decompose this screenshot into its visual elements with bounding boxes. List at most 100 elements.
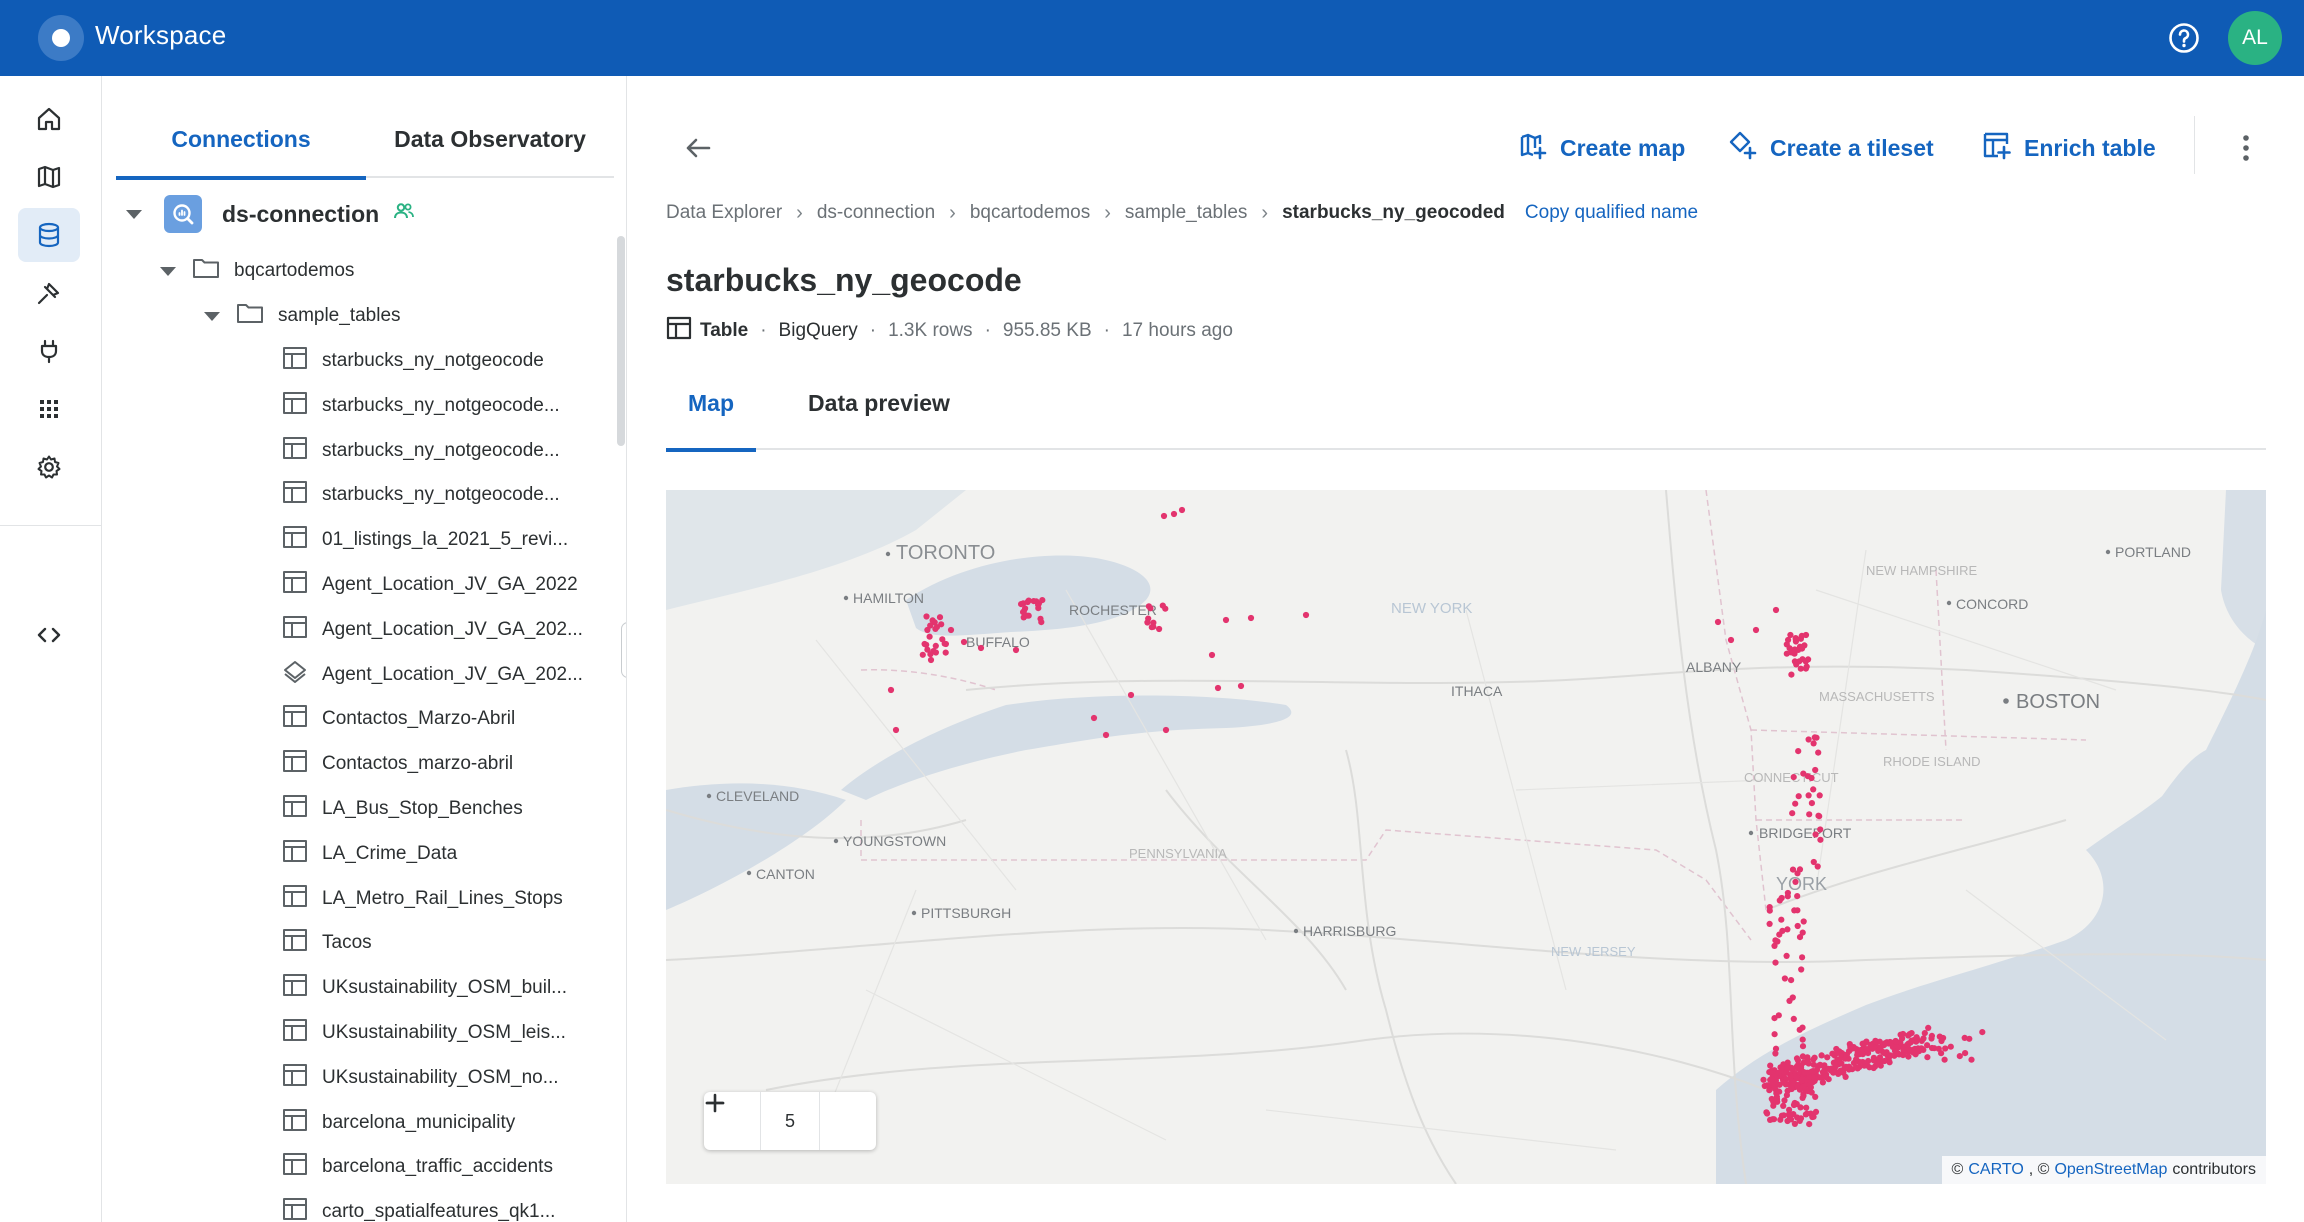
map-point	[1162, 726, 1170, 734]
map-point	[1941, 1056, 1948, 1063]
map-point	[1783, 650, 1790, 657]
map-point	[1796, 1117, 1803, 1124]
table-icon	[282, 884, 308, 914]
map-point	[1824, 1054, 1831, 1061]
create-tileset-button[interactable]: Create a tileset	[1728, 126, 1934, 170]
create-map-button[interactable]: Create map	[1518, 126, 1685, 170]
map-preview[interactable]: TORONTO HAMILTON ROCHESTER BUFFALO NEW Y…	[666, 490, 2266, 1184]
tree-table-row[interactable]: UKsustainability_OSM_no...	[282, 1058, 559, 1098]
tab-connections[interactable]: Connections	[116, 112, 366, 180]
caret-down-icon[interactable]	[126, 209, 142, 219]
back-arrow-icon[interactable]	[676, 126, 720, 170]
map-point	[1914, 1048, 1921, 1055]
zoom-in-icon[interactable]	[705, 1092, 876, 1150]
tree-table-row[interactable]: Contactos_Marzo-Abril	[282, 699, 515, 739]
tree-connection-row[interactable]: ds-connection	[126, 194, 415, 234]
map-point	[1802, 658, 1809, 665]
tree-table-row[interactable]: Agent_Location_JV_GA_2022	[282, 565, 578, 605]
breadcrumb-data-explorer[interactable]: Data Explorer	[666, 202, 782, 224]
avatar[interactable]: AL	[2228, 11, 2282, 65]
carto-link[interactable]: CARTO	[1968, 1161, 2023, 1179]
tree-table-row[interactable]: Tacos	[282, 923, 372, 963]
tree-table-row[interactable]: 01_listings_la_2021_5_revi...	[282, 520, 568, 560]
map-point	[1812, 766, 1819, 774]
map-point	[1979, 1029, 1986, 1036]
tab-data-preview[interactable]: Data preview	[794, 376, 964, 450]
breadcrumb-project[interactable]: bqcartodemos	[970, 202, 1090, 224]
tree-table-row[interactable]: Agent_Location_JV_GA_202...	[282, 610, 583, 650]
connection-name: ds-connection	[222, 200, 380, 227]
content-tabs: Map Data preview	[666, 376, 2266, 452]
tree-table-row[interactable]: barcelona_traffic_accidents	[282, 1147, 553, 1187]
more-options-icon[interactable]	[2224, 126, 2268, 170]
map-point	[1790, 774, 1797, 781]
table-name: starbucks_ny_notgeocode...	[322, 394, 560, 416]
openstreetmap-link[interactable]: OpenStreetMap	[2054, 1161, 2167, 1179]
map-point	[1766, 904, 1773, 911]
table-icon	[282, 615, 308, 645]
map-point	[1913, 1034, 1920, 1041]
copy-qualified-name-link[interactable]: Copy qualified name	[1525, 202, 1698, 224]
tree-table-row[interactable]: LA_Metro_Rail_Lines_Stops	[282, 879, 563, 919]
tab-map[interactable]: Map	[666, 376, 756, 452]
map-point	[1815, 749, 1822, 756]
project-name: bqcartodemos	[234, 260, 355, 281]
explorer-scrollbar[interactable]	[617, 236, 625, 446]
tree-dataset-row[interactable]: sample_tables	[204, 296, 401, 336]
tab-data-observatory[interactable]: Data Observatory	[366, 112, 614, 178]
map-point	[1788, 671, 1795, 678]
map-point	[1796, 658, 1803, 665]
data-explorer-icon[interactable]	[18, 208, 80, 262]
svg-text:CANTON: CANTON	[756, 866, 815, 882]
logo-icon[interactable]	[38, 15, 84, 61]
workflows-icon[interactable]	[18, 266, 80, 320]
tree-table-row[interactable]: LA_Bus_Stop_Benches	[282, 789, 523, 829]
caret-down-icon[interactable]	[160, 266, 176, 276]
map-point	[1760, 1076, 1767, 1083]
map-point	[1160, 512, 1168, 520]
map-point	[932, 625, 939, 632]
maps-icon[interactable]	[18, 150, 80, 204]
tree-project-row[interactable]: bqcartodemos	[160, 251, 354, 291]
map-point	[1881, 1050, 1888, 1057]
settings-gear-icon[interactable]	[18, 440, 80, 494]
svg-text:ALBANY: ALBANY	[1686, 659, 1742, 675]
connections-icon[interactable]	[18, 324, 80, 378]
tree-table-row[interactable]: carto_spatialfeatures_qk1...	[282, 1192, 555, 1222]
breadcrumb-dataset[interactable]: sample_tables	[1125, 202, 1248, 224]
tree-table-row[interactable]: barcelona_municipality	[282, 1103, 515, 1143]
table-icon	[282, 525, 308, 555]
map-point	[1795, 1065, 1802, 1072]
tree-table-row[interactable]: UKsustainability_OSM_leis...	[282, 1013, 566, 1053]
explorer-tabs: Connections Data Observatory	[116, 112, 614, 180]
tree-table-row[interactable]: LA_Crime_Data	[282, 834, 457, 874]
map-point	[1808, 1089, 1815, 1096]
tree-table-row[interactable]: starbucks_ny_notgeocode...	[282, 475, 560, 515]
map-point	[1147, 605, 1154, 612]
map-point	[1772, 606, 1780, 614]
developers-code-icon[interactable]	[18, 608, 80, 662]
breadcrumb-connection[interactable]: ds-connection	[817, 202, 935, 224]
tree-table-row[interactable]: Agent_Location_JV_GA_202...	[282, 655, 583, 695]
apps-icon[interactable]	[18, 382, 80, 436]
map-point	[1805, 792, 1812, 799]
tree-table-row[interactable]: UKsustainability_OSM_buil...	[282, 968, 567, 1008]
enrich-table-button[interactable]: Enrich table	[1982, 126, 2156, 170]
help-icon[interactable]	[2168, 22, 2200, 54]
tree-table-row[interactable]: starbucks_ny_notgeocode...	[282, 386, 560, 426]
map-point	[1214, 684, 1222, 692]
svg-text:TORONTO: TORONTO	[896, 542, 995, 564]
table-name: Contactos_Marzo-Abril	[322, 708, 516, 730]
map-point	[1836, 1048, 1843, 1055]
tree-table-row[interactable]: Contactos_marzo-abril	[282, 744, 513, 784]
map-point	[1775, 1088, 1782, 1095]
caret-down-icon[interactable]	[204, 311, 220, 321]
map-point	[1148, 624, 1155, 631]
table-name: UKsustainability_OSM_buil...	[322, 977, 567, 999]
table-name: Agent_Location_JV_GA_202...	[322, 663, 583, 685]
panel-resize-handle[interactable]	[621, 622, 626, 678]
tree-table-row[interactable]: starbucks_ny_notgeocode	[282, 341, 544, 381]
map-point	[1837, 1067, 1844, 1074]
home-icon[interactable]	[18, 92, 80, 146]
tree-table-row[interactable]: starbucks_ny_notgeocode...	[282, 431, 560, 471]
